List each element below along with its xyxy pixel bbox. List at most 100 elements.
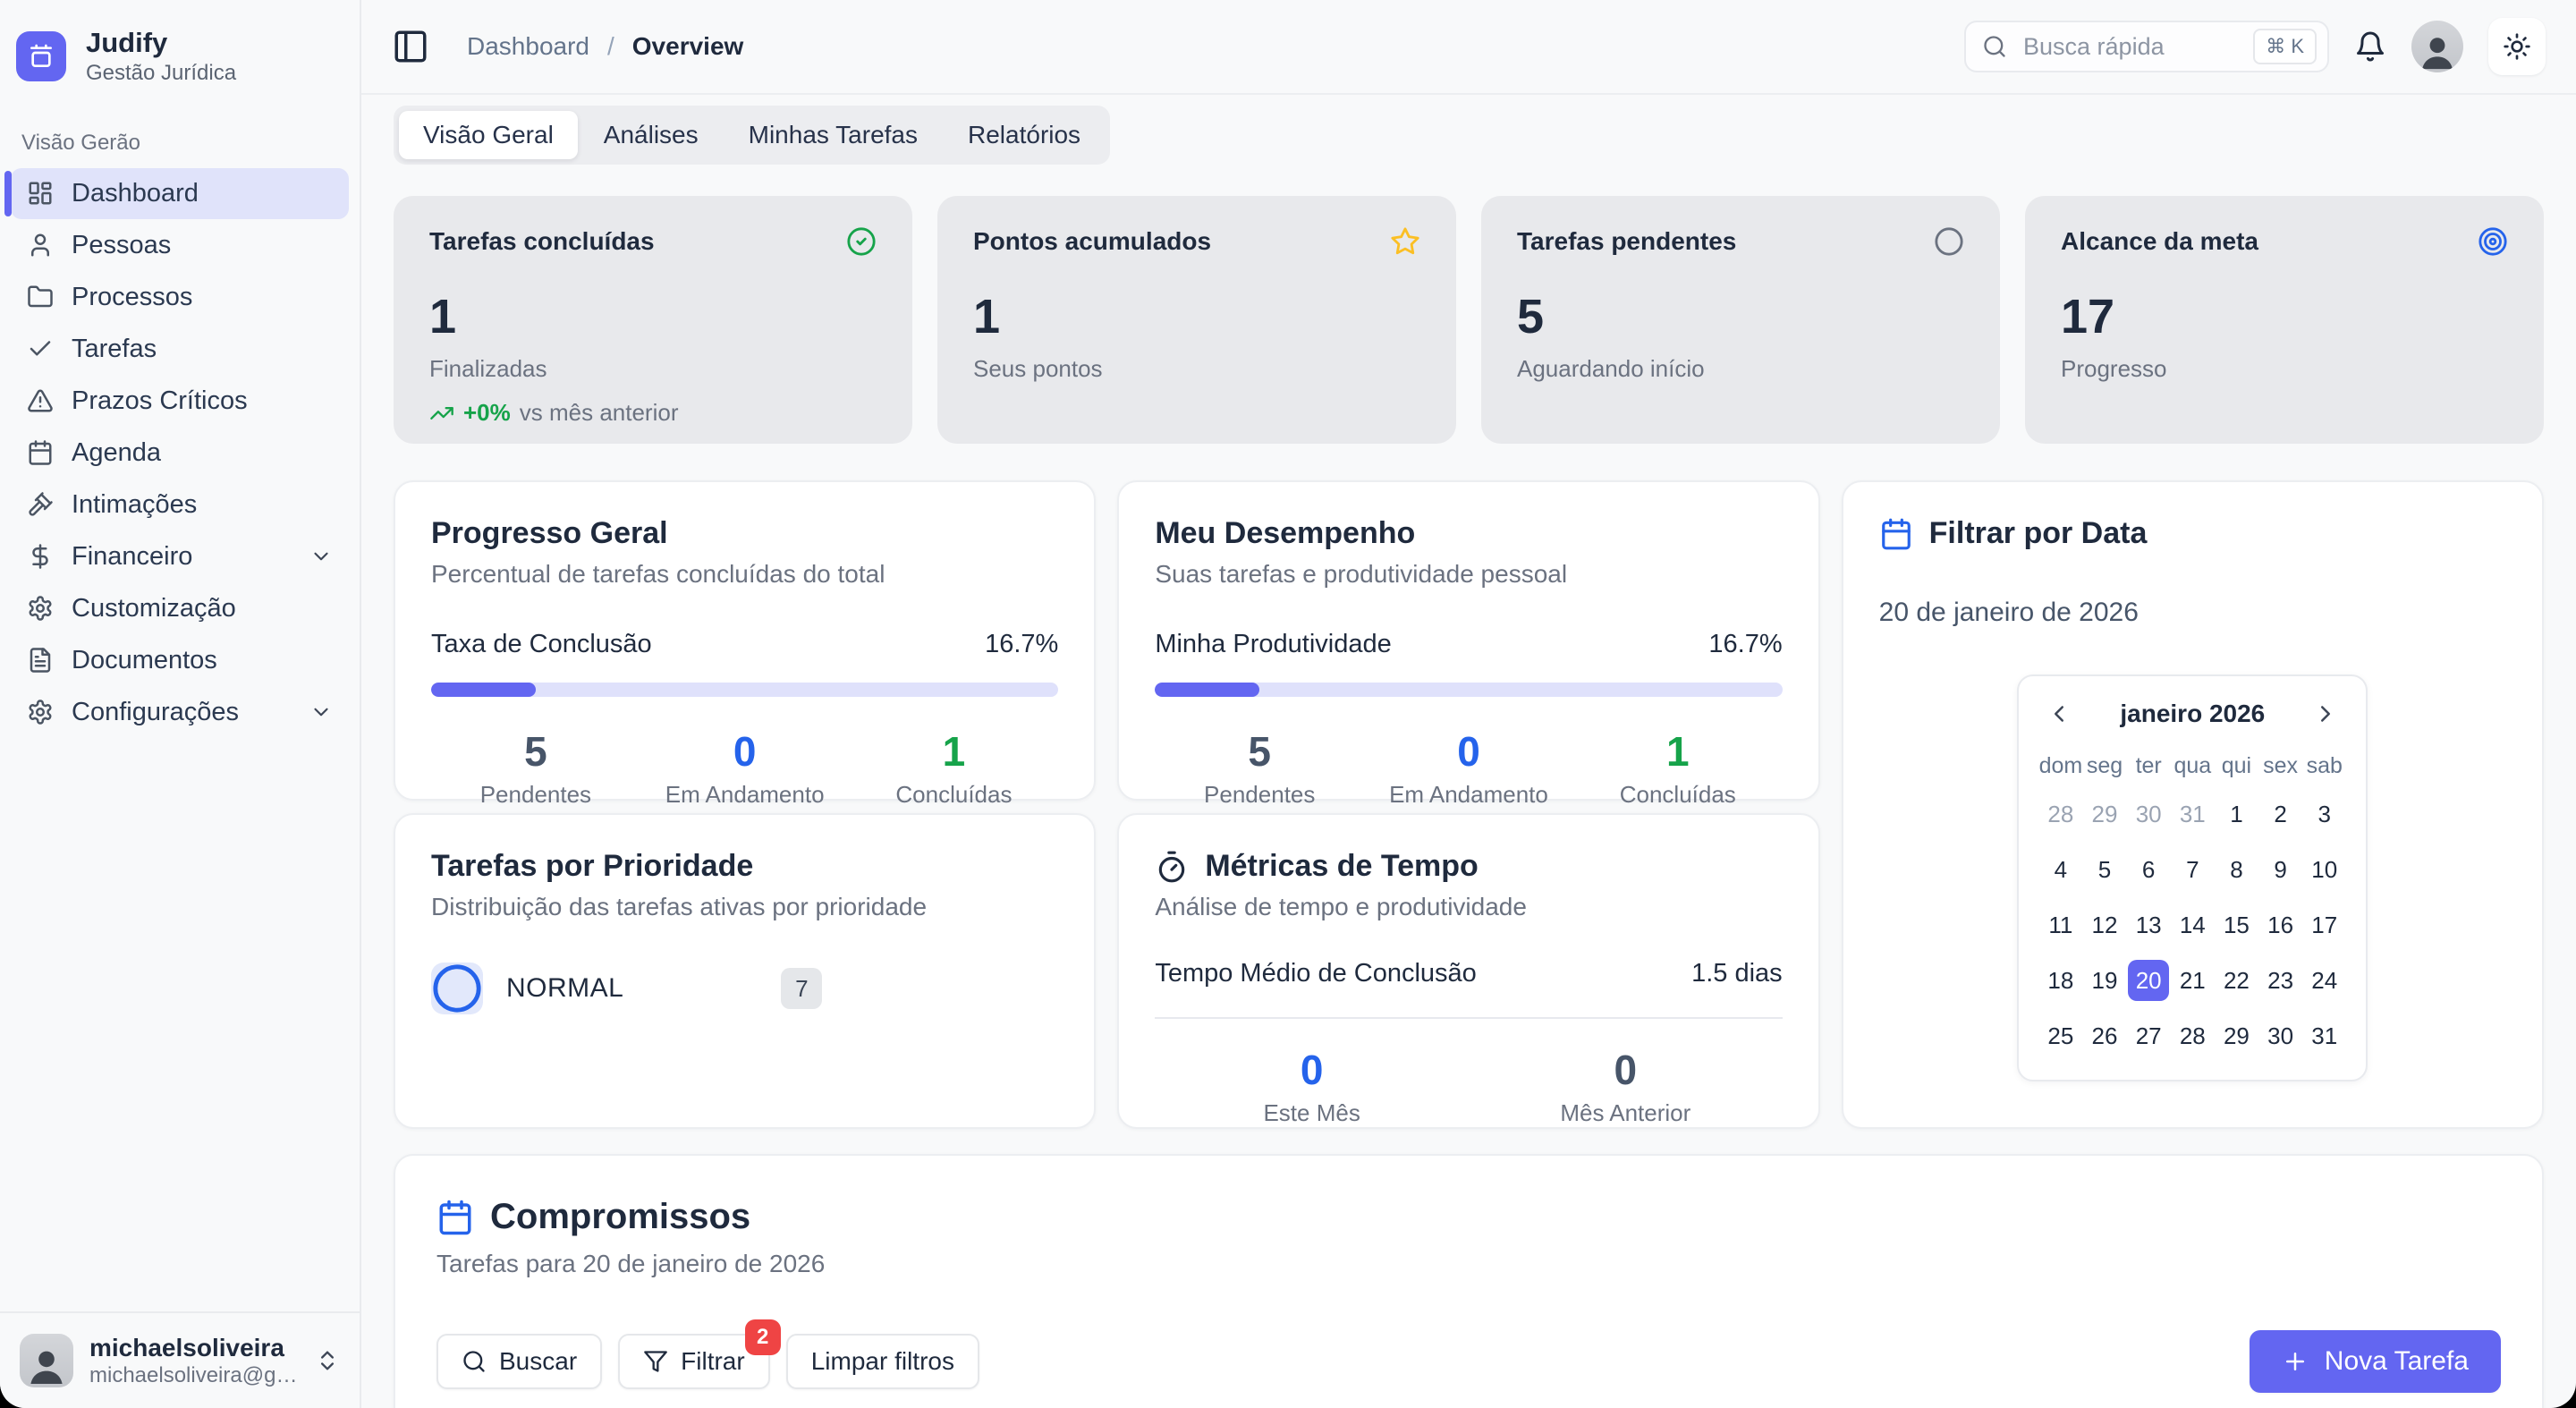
calendar-day[interactable]: 28 <box>2040 793 2081 835</box>
calendar-day[interactable]: 27 <box>2128 1015 2169 1056</box>
calendar-day[interactable]: 12 <box>2084 904 2125 946</box>
calendar-day[interactable]: 31 <box>2304 1015 2345 1056</box>
search-input[interactable] <box>2021 32 2239 62</box>
quick-search[interactable]: ⌘ K <box>1964 21 2329 72</box>
card-title: Métricas de Tempo <box>1205 849 1478 884</box>
breadcrumb-section[interactable]: Dashboard <box>467 32 589 61</box>
main-area: Dashboard / Overview ⌘ K Visão GeralAnál… <box>361 0 2576 1408</box>
user-name: michaelsoliveira <box>89 1333 299 1363</box>
metric-value: 16.7% <box>1708 630 1782 659</box>
time-metrics-card: Métricas de Tempo Análise de tempo e pro… <box>1117 813 1819 1129</box>
calendar-day[interactable]: 11 <box>2040 904 2081 946</box>
calendar-day[interactable]: 29 <box>2084 793 2125 835</box>
calendar-day[interactable]: 18 <box>2040 960 2081 1001</box>
stat-pendentes: 5Pendentes <box>431 731 640 809</box>
sidebar-item-pessoas[interactable]: Pessoas <box>11 220 349 271</box>
sidebar-item-label: Pessoas <box>72 231 171 260</box>
search-tasks-button[interactable]: Buscar <box>436 1334 602 1389</box>
trending-up-icon <box>429 401 454 426</box>
calendar-day-selected[interactable]: 20 <box>2128 960 2169 1001</box>
stat-card-tarefas-pendentes: Tarefas pendentes5Aguardando início <box>1481 196 2000 444</box>
calendar-day[interactable]: 16 <box>2260 904 2301 946</box>
calendar-day[interactable]: 6 <box>2128 849 2169 890</box>
stats-grid: Tarefas concluídas1Finalizadas+0%vs mês … <box>394 196 2544 444</box>
filter-button[interactable]: Filtrar 2 <box>618 1334 770 1389</box>
clear-filters-button[interactable]: Limpar filtros <box>786 1334 979 1389</box>
tab-analises[interactable]: Análises <box>580 111 723 159</box>
check-icon <box>27 335 54 362</box>
calendar-icon <box>436 1199 474 1236</box>
tab-minhas-tarefas[interactable]: Minhas Tarefas <box>724 111 942 159</box>
calendar-day[interactable]: 15 <box>2216 904 2257 946</box>
calendar-day[interactable]: 25 <box>2040 1015 2081 1056</box>
calendar-day[interactable]: 17 <box>2304 904 2345 946</box>
calendar-day[interactable]: 7 <box>2172 849 2213 890</box>
sidebar-item-label: Intimações <box>72 490 197 520</box>
calendar-next-icon[interactable] <box>2312 700 2339 727</box>
divider <box>1155 1017 1782 1019</box>
sidebar-item-label: Dashboard <box>72 179 199 208</box>
sidebar-item-documentos[interactable]: Documentos <box>11 635 349 686</box>
tab-visao-geral[interactable]: Visão Geral <box>399 111 578 159</box>
calendar-day[interactable]: 1 <box>2216 793 2257 835</box>
new-task-button[interactable]: Nova Tarefa <box>2250 1330 2501 1393</box>
calendar-day[interactable]: 9 <box>2260 849 2301 890</box>
dollar-icon <box>27 543 54 570</box>
progress-stats: 5Pendentes0Em Andamento1Concluídas <box>431 731 1058 809</box>
user-footer[interactable]: michaelsoliveira michaelsoliveira@gmail.… <box>0 1311 360 1408</box>
brand-name: Judify <box>86 27 236 59</box>
calendar-day[interactable]: 30 <box>2260 1015 2301 1056</box>
priority-label: NORMAL <box>506 973 623 1004</box>
sidebar-item-agenda[interactable]: Agenda <box>11 428 349 479</box>
calendar-day[interactable]: 2 <box>2260 793 2301 835</box>
sidebar-toggle-icon[interactable] <box>392 28 429 65</box>
calendar-day[interactable]: 4 <box>2040 849 2081 890</box>
calendar-day[interactable]: 28 <box>2172 1015 2213 1056</box>
app-window: Judify Gestão Jurídica Visão Gerão Dashb… <box>0 0 2576 1408</box>
search-shortcut-badge: ⌘ K <box>2253 29 2317 64</box>
theme-toggle-button[interactable] <box>2488 18 2546 75</box>
calendar-day[interactable]: 19 <box>2084 960 2125 1001</box>
calendar-day[interactable]: 14 <box>2172 904 2213 946</box>
sidebar-item-tarefas[interactable]: Tarefas <box>11 324 349 375</box>
card-title: Tarefas por Prioridade <box>431 849 1058 884</box>
progress-bar <box>431 683 1058 697</box>
tab-relatorios[interactable]: Relatórios <box>944 111 1105 159</box>
calendar-day[interactable]: 29 <box>2216 1015 2257 1056</box>
date-filter-card: Filtrar por Data 20 de janeiro de 2026 j… <box>1842 480 2544 1129</box>
calendar-day[interactable]: 5 <box>2084 849 2125 890</box>
sidebar-item-label: Prazos Críticos <box>72 386 248 416</box>
calendar-day[interactable]: 26 <box>2084 1015 2125 1056</box>
card-title: Filtrar por Data <box>1929 516 2148 551</box>
sidebar-item-configuracoes[interactable]: Configurações <box>11 687 349 738</box>
sidebar-item-prazos-criticos[interactable]: Prazos Críticos <box>11 376 349 427</box>
calendar-day[interactable]: 10 <box>2304 849 2345 890</box>
stat-title: Tarefas pendentes <box>1517 227 1736 256</box>
bell-icon[interactable] <box>2354 30 2386 63</box>
check-circle-icon <box>846 226 877 257</box>
my-performance-card: Meu Desempenho Suas tarefas e produtivid… <box>1117 480 1819 801</box>
calendar-day[interactable]: 24 <box>2304 960 2345 1001</box>
calendar-day[interactable]: 3 <box>2304 793 2345 835</box>
calendar-day[interactable]: 31 <box>2172 793 2213 835</box>
sidebar-item-intimacoes[interactable]: Intimações <box>11 479 349 530</box>
funnel-icon <box>643 1349 668 1374</box>
calendar-day[interactable]: 23 <box>2260 960 2301 1001</box>
sidebar-item-customizacao[interactable]: Customização <box>11 583 349 634</box>
calendar-day[interactable]: 30 <box>2128 793 2169 835</box>
calendar-day[interactable]: 13 <box>2128 904 2169 946</box>
calendar-day[interactable]: 22 <box>2216 960 2257 1001</box>
card-subtitle: Análise de tempo e produtividade <box>1155 893 1782 921</box>
calendar-day[interactable]: 8 <box>2216 849 2257 890</box>
sidebar-item-processos[interactable]: Processos <box>11 272 349 323</box>
stat-title: Pontos acumulados <box>973 227 1211 256</box>
sidebar-item-financeiro[interactable]: Financeiro <box>11 531 349 582</box>
sidebar-item-dashboard[interactable]: Dashboard <box>11 168 349 219</box>
sidebar-item-label: Processos <box>72 283 192 312</box>
calendar-day[interactable]: 21 <box>2172 960 2213 1001</box>
time-stat-este-mes: 0Este Mês <box>1155 1049 1469 1127</box>
header-avatar[interactable] <box>2411 21 2463 72</box>
calendar-prev-icon[interactable] <box>2046 700 2072 727</box>
appointments-toolbar: Buscar Filtrar 2 Limpar filtros Nova Tar… <box>436 1330 2501 1393</box>
card-title: Meu Desempenho <box>1155 516 1782 551</box>
